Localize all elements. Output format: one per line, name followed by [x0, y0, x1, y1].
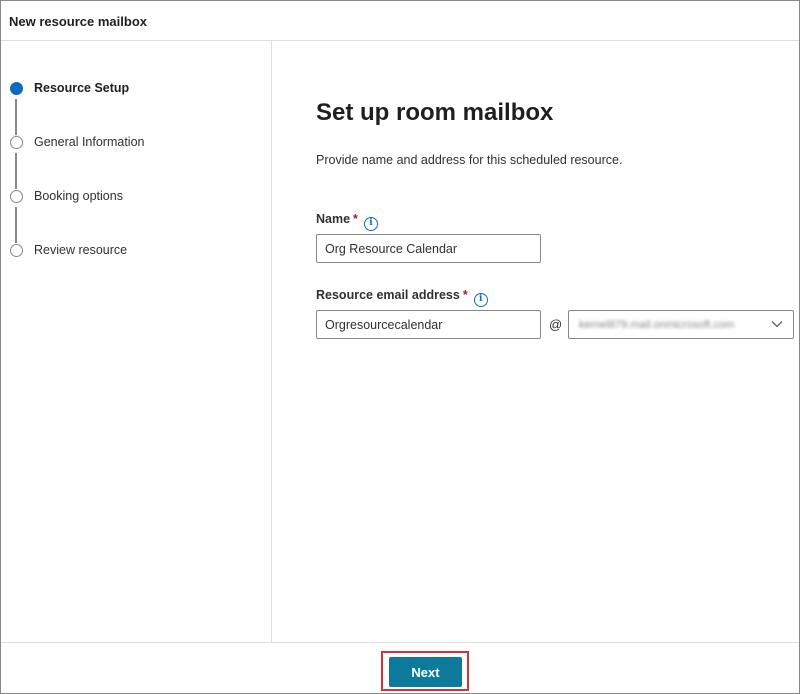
wizard-steps-sidebar: Resource Setup General Information Booki… [1, 41, 272, 642]
domain-dropdown[interactable]: kernel879.mail.onmicrosoft.com [568, 310, 794, 339]
at-sign: @ [549, 317, 563, 332]
page-title: Set up room mailbox [316, 99, 554, 126]
domain-value: kernel879.mail.onmicrosoft.com [579, 319, 735, 331]
info-icon[interactable]: i [473, 293, 488, 307]
dialog-footer: Next [1, 642, 799, 693]
name-label-text: Name [316, 212, 351, 226]
step-dot-icon [10, 136, 23, 149]
step-dot-icon [10, 190, 23, 203]
page-description: Provide name and address for this schedu… [316, 153, 623, 167]
dialog-frame: New resource mailbox Resource Setup Gene… [0, 0, 800, 694]
email-label-text: Resource email address [316, 288, 460, 302]
step-label: Review resource [34, 243, 128, 257]
required-marker: * [462, 288, 468, 302]
email-field-label: Resource email address * i [316, 288, 488, 307]
email-alias-input[interactable] [316, 310, 541, 339]
step-dot-active-icon [10, 82, 23, 95]
step-connector [15, 99, 17, 135]
step-label: Booking options [34, 189, 123, 203]
chevron-down-icon [771, 321, 783, 328]
next-button[interactable]: Next [389, 657, 462, 687]
step-label: General Information [34, 135, 145, 149]
name-field-label: Name * i [316, 212, 378, 231]
dialog-title: New resource mailbox [9, 14, 147, 29]
step-label: Resource Setup [34, 81, 130, 95]
dialog-header: New resource mailbox [1, 1, 799, 41]
step-connector [15, 153, 17, 189]
info-icon[interactable]: i [363, 217, 378, 231]
step-connector [15, 207, 17, 243]
required-marker: * [353, 212, 358, 226]
step-dot-icon [10, 244, 23, 257]
name-input[interactable] [316, 234, 541, 263]
main-content: Set up room mailbox Provide name and add… [273, 41, 799, 642]
